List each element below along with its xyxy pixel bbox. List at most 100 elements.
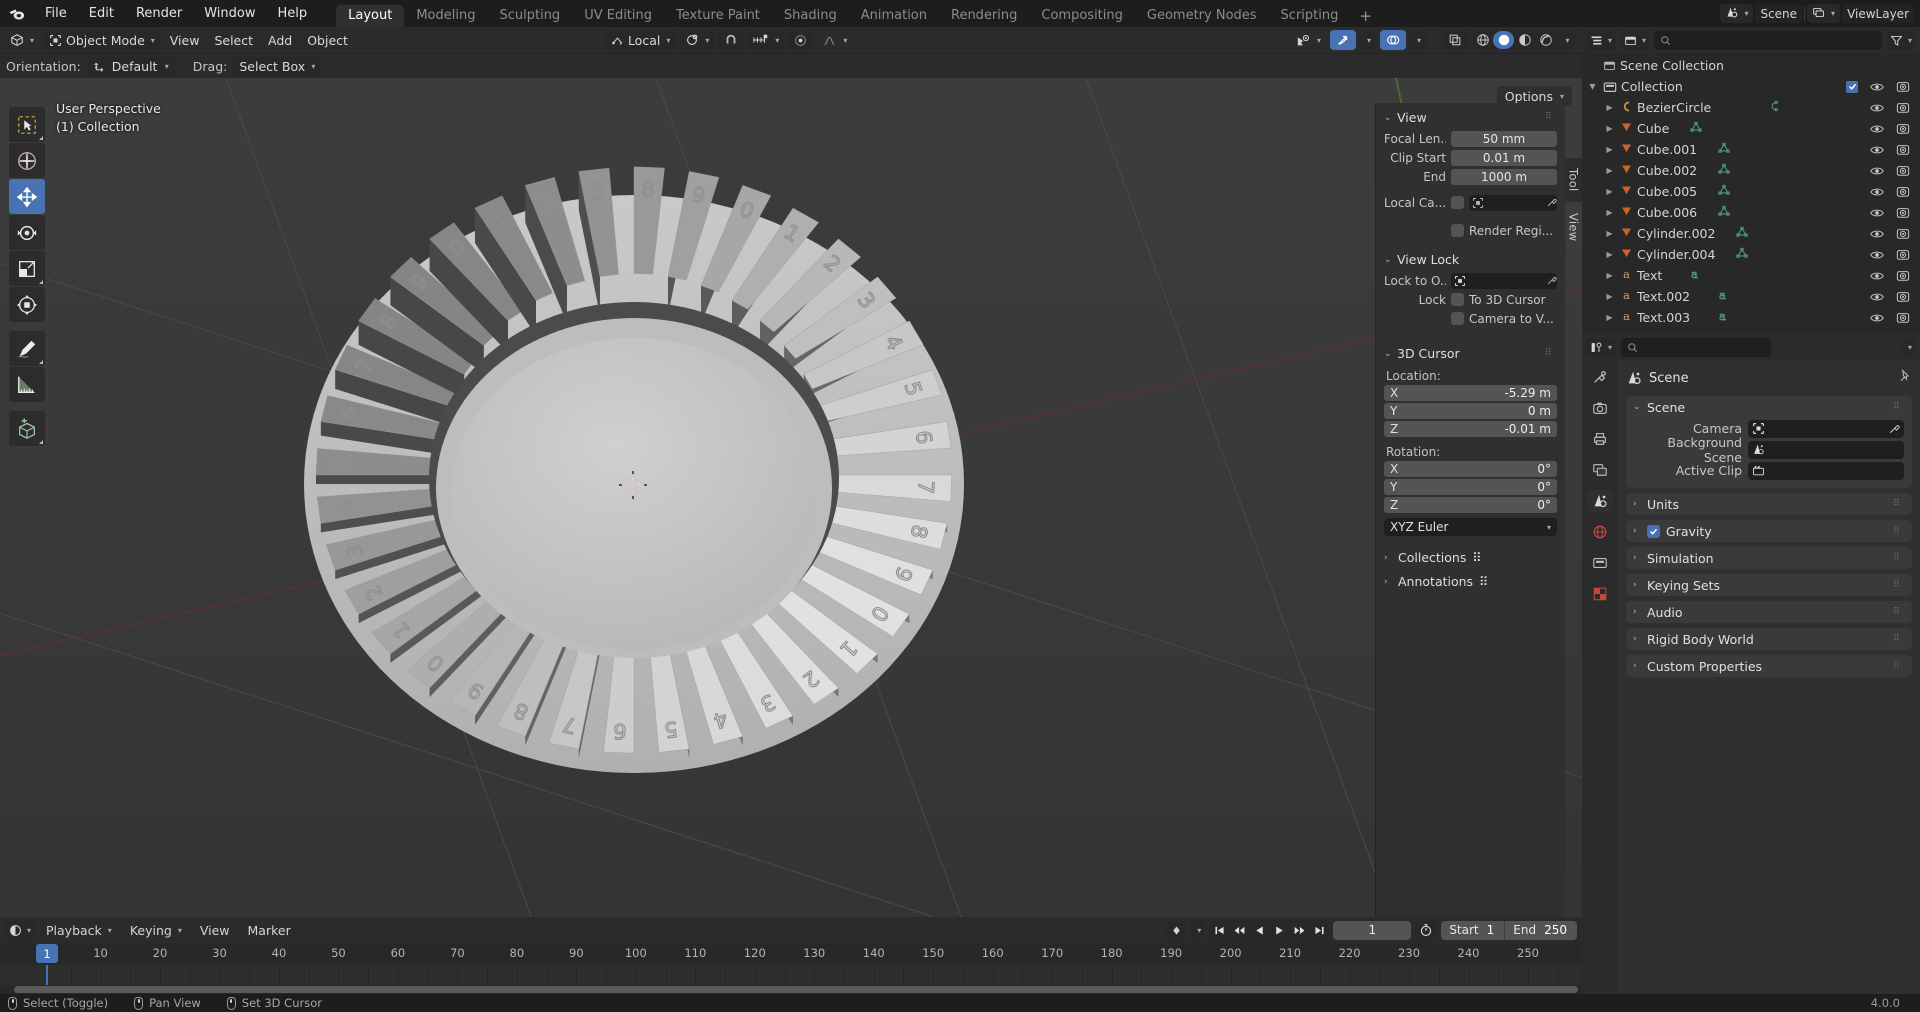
camera-render-icon[interactable] <box>1896 290 1910 303</box>
jump-prev-keyframe-button[interactable] <box>1229 920 1249 940</box>
timeline-editor-type-button[interactable]: ▾ <box>5 920 36 940</box>
timeline-track[interactable] <box>0 965 1582 985</box>
outliner-row-cube-005[interactable]: ▶ Cube.005 <box>1582 181 1920 202</box>
scene-name-field[interactable]: Scene <box>1755 4 1803 23</box>
play-reverse-button[interactable] <box>1249 920 1269 940</box>
workspace-tab-modeling[interactable]: Modeling <box>404 5 487 27</box>
eye-visible-icon[interactable] <box>1870 144 1884 156</box>
disclosure-triangle-icon[interactable]: ▶ <box>1603 250 1616 259</box>
eye-visible-icon[interactable] <box>1870 291 1884 303</box>
pivot-point-selector[interactable]: ▾ <box>679 30 716 50</box>
outliner-row-collection[interactable]: ▼ Collection <box>1582 76 1920 97</box>
eye-visible-icon[interactable] <box>1870 228 1884 240</box>
collection-checkbox[interactable] <box>1846 80 1858 93</box>
sidebar-tab-tool[interactable]: Tool <box>1565 158 1582 202</box>
eye-visible-icon[interactable] <box>1870 249 1884 261</box>
active-keying-set-button[interactable] <box>1166 920 1188 940</box>
pin-icon[interactable] <box>1898 368 1912 387</box>
disclosure-triangle-icon[interactable]: ▶ <box>1603 229 1616 238</box>
proportional-falloff-selector[interactable]: ▾ <box>816 30 854 50</box>
tool-tweak-select-box[interactable] <box>9 107 45 142</box>
add-workspace-button[interactable]: + <box>1350 5 1381 27</box>
gizmo-settings[interactable]: ▾ <box>1358 30 1377 50</box>
cursor-location-x[interactable]: X -5.29 m <box>1384 385 1557 401</box>
properties-tab-viewlayer[interactable] <box>1587 459 1613 481</box>
cursor-location-y[interactable]: Y 0 m <box>1384 403 1557 419</box>
camera-render-icon[interactable] <box>1896 80 1910 93</box>
tool-move[interactable] <box>9 179 45 214</box>
properties-tab-render[interactable] <box>1587 397 1613 419</box>
sidebar-tab-view[interactable]: View <box>1565 205 1582 249</box>
sidebar-section-viewlock-header[interactable]: ⌄ View Lock <box>1376 249 1565 270</box>
properties-tab-tool[interactable] <box>1587 366 1613 388</box>
camera-render-icon[interactable] <box>1896 227 1910 240</box>
disclosure-triangle-icon[interactable]: ▶ <box>1603 313 1616 322</box>
jump-next-keyframe-button[interactable] <box>1289 920 1309 940</box>
workspace-tab-scripting[interactable]: Scripting <box>1269 5 1351 27</box>
timeline-ruler[interactable]: 10 20 30 40 50 60 70 80 90 100 110 120 130 140 150 160 1… <box>0 943 1582 965</box>
tool-rotate[interactable] <box>9 215 45 250</box>
workspace-tab-geometry-nodes[interactable]: Geometry Nodes <box>1135 5 1269 27</box>
3d-viewport[interactable]: ▾ Object Mode ▾ View Select Add Object L… <box>0 27 1582 917</box>
eye-visible-icon[interactable] <box>1870 165 1884 177</box>
outliner-row-cube-002[interactable]: ▶ Cube.002 <box>1582 160 1920 181</box>
scene-panel-header[interactable]: ⌄ Scene ⠿ <box>1626 396 1912 418</box>
camera-render-icon[interactable] <box>1896 122 1910 135</box>
workspace-tab-sculpting[interactable]: Sculpting <box>487 5 572 27</box>
editor-type-3dview-icon[interactable]: ▾ <box>4 30 41 50</box>
timeline-menu-keying[interactable]: Keying ▾ <box>123 921 189 940</box>
disclosure-triangle-icon[interactable]: ▶ <box>1603 292 1616 301</box>
frame-end-value[interactable]: 250 <box>1544 923 1577 937</box>
properties-tab-scene[interactable] <box>1587 490 1613 512</box>
camera-render-icon[interactable] <box>1896 101 1910 114</box>
eye-visible-icon[interactable] <box>1870 312 1884 324</box>
outliner-row-scene-collection[interactable]: Scene Collection <box>1582 55 1920 76</box>
play-button[interactable] <box>1269 920 1289 940</box>
properties-tab-output[interactable] <box>1587 428 1613 450</box>
menu-edit[interactable]: Edit <box>78 0 125 27</box>
eye-visible-icon[interactable] <box>1870 207 1884 219</box>
shading-wireframe-button[interactable] <box>1472 31 1493 49</box>
eye-visible-icon[interactable] <box>1870 186 1884 198</box>
viewport-sidebar[interactable]: ⌄ View ⠿ Focal Len... 50 mm Clip Start 0… <box>1375 103 1565 917</box>
jump-to-end-button[interactable] <box>1309 920 1329 940</box>
camera-render-icon[interactable] <box>1896 164 1910 177</box>
timeline-menu-view[interactable]: View <box>193 921 237 940</box>
properties-options-dropdown[interactable]: ▾ <box>1901 337 1916 357</box>
camera-to-view-checkbox[interactable] <box>1451 312 1464 325</box>
properties-panel-audio[interactable]: › Audio ⠿ <box>1626 601 1912 623</box>
menu-render[interactable]: Render <box>125 0 193 27</box>
proportional-edit-toggle[interactable] <box>788 30 814 50</box>
properties-editor-type-button[interactable]: ▾ <box>1586 337 1617 357</box>
outliner-row-beziercircle[interactable]: ▶ BezierCircle <box>1582 97 1920 118</box>
workspace-tab-rendering[interactable]: Rendering <box>939 5 1029 27</box>
properties-tab-texture[interactable] <box>1587 583 1613 605</box>
tool-scale[interactable] <box>9 251 45 286</box>
timeline-menu-marker[interactable]: Marker <box>241 921 298 940</box>
viewport-menu-select[interactable]: Select <box>208 30 260 50</box>
eye-visible-icon[interactable] <box>1870 270 1884 282</box>
viewport-menu-view[interactable]: View <box>163 30 206 50</box>
properties-search-input[interactable] <box>1621 337 1772 357</box>
menu-window[interactable]: Window <box>193 0 266 27</box>
properties-panel-rigid-body-world[interactable]: › Rigid Body World ⠿ <box>1626 628 1912 650</box>
object-mode-selector[interactable]: Object Mode ▾ <box>43 30 161 50</box>
clip-start-field[interactable]: 0.01 m <box>1451 149 1557 166</box>
properties-tab-collection[interactable] <box>1587 552 1613 574</box>
menu-help[interactable]: Help <box>267 0 319 27</box>
rotation-mode-dropdown[interactable]: XYZ Euler ▾ <box>1384 518 1557 536</box>
sidebar-section-collections[interactable]: › Collections ⠿ <box>1376 547 1565 568</box>
properties-panel-units[interactable]: › Units ⠿ <box>1626 493 1912 515</box>
overlays-toggle[interactable] <box>1379 30 1406 50</box>
tool-add-cube[interactable] <box>9 411 45 446</box>
camera-render-icon[interactable] <box>1896 248 1910 261</box>
background-scene-field[interactable] <box>1748 440 1904 459</box>
lock-to-object-field[interactable] <box>1451 272 1557 289</box>
workspace-tab-animation[interactable]: Animation <box>849 5 939 27</box>
viewlayer-selector[interactable]: ▾ <box>1807 4 1841 23</box>
local-camera-field[interactable] <box>1469 194 1557 211</box>
scene-camera-field[interactable] <box>1748 419 1904 438</box>
workspace-tab-shading[interactable]: Shading <box>772 5 849 27</box>
camera-render-icon[interactable] <box>1896 206 1910 219</box>
menu-file[interactable]: File <box>34 0 78 27</box>
